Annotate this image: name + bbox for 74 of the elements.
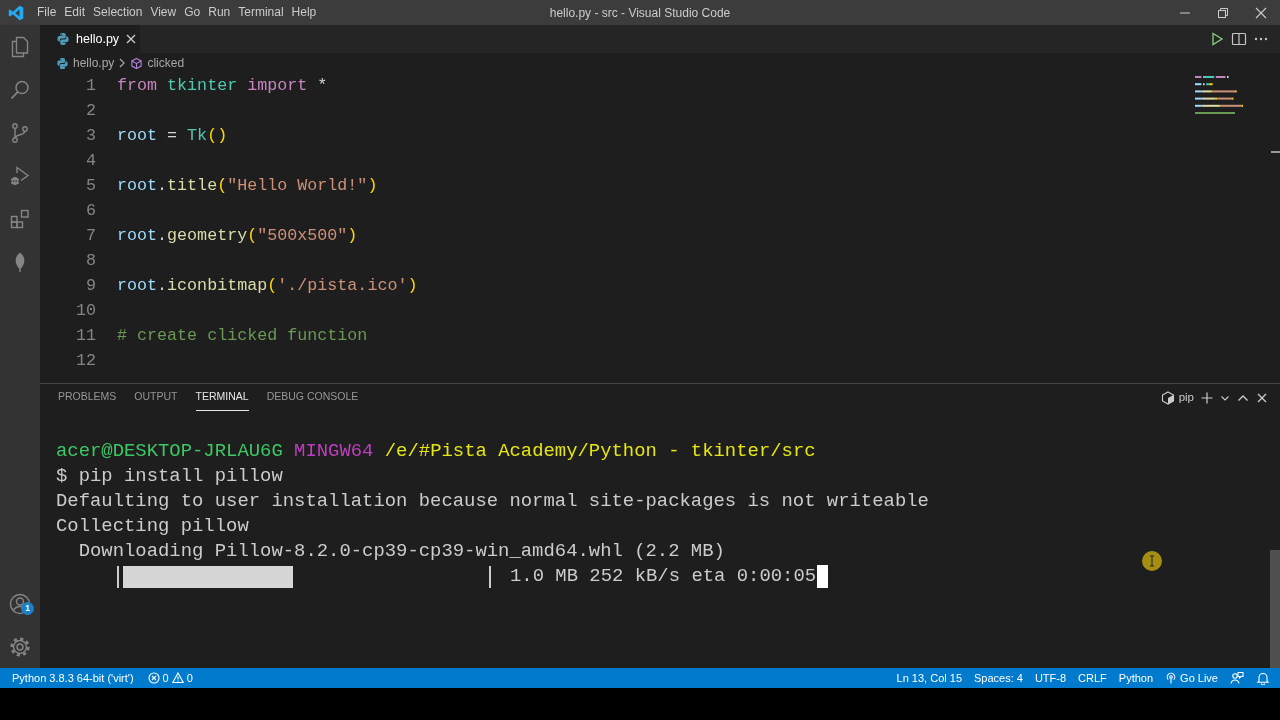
line-number: 1	[85, 75, 96, 97]
chevron-right-icon	[118, 58, 127, 68]
python-file-icon	[56, 32, 70, 46]
menu-item[interactable]: File	[33, 0, 61, 25]
menu-item[interactable]: View	[146, 0, 181, 25]
close-icon[interactable]	[125, 33, 138, 45]
run-icon[interactable]	[1209, 31, 1225, 47]
cube-icon	[130, 56, 144, 70]
broadcast-icon	[1165, 672, 1178, 684]
terminal-prompt: acer@DESKTOP-JRLAU6G MINGW64 /e/#Pista Academy/Python - tkinter/src	[56, 439, 816, 464]
scrollbar-marker	[1271, 151, 1280, 153]
breadcrumb-item[interactable]: clicked	[147, 54, 185, 72]
panel-tab[interactable]: DEBUG CONSOLE	[266, 384, 359, 411]
terminal-output: Defaulting to user installation because normal site-packages is not writeable	[56, 489, 929, 514]
error-icon	[147, 672, 160, 684]
terminal-output: Collecting pillow	[56, 514, 249, 539]
window-title: hello.py - src - Visual Studio Code	[549, 4, 731, 22]
menu-item[interactable]: Go	[180, 0, 205, 25]
code-line: # create clicked function	[116, 325, 368, 347]
status-item[interactable]: Python	[1118, 669, 1154, 687]
plus-icon[interactable]	[1200, 390, 1214, 405]
code-line: from tkinter import *	[116, 75, 328, 97]
menu-item[interactable]: Selection	[89, 0, 147, 25]
line-number: 3	[85, 125, 96, 147]
terminal-cube-icon	[1160, 390, 1175, 405]
line-number: 10	[74, 300, 96, 322]
line-number: 7	[85, 225, 96, 247]
panel-tab[interactable]: PROBLEMS	[58, 384, 117, 411]
code-line: root = Tk()	[116, 125, 228, 147]
warning-icon	[171, 672, 184, 684]
bell-icon[interactable]	[1256, 671, 1270, 685]
terminal-command: $ pip install pillow	[56, 464, 283, 489]
problems-status[interactable]: 0 0	[147, 669, 193, 687]
terminal-output: Downloading Pillow-8.2.0-cp39-cp39-win_amd64.whl (2.2 MB)	[77, 539, 725, 564]
code-line: root.geometry("500x500")	[116, 225, 358, 247]
line-number: 12	[74, 350, 96, 372]
menu-item[interactable]: Run	[204, 0, 235, 25]
python-file-icon	[56, 56, 69, 70]
menu-item[interactable]: Help	[287, 0, 321, 25]
run-debug-icon[interactable]	[8, 163, 32, 188]
line-number: 9	[85, 275, 96, 297]
tab-label: hello.py	[76, 30, 120, 48]
code-line: root.iconbitmap('./pista.ico')	[116, 275, 418, 297]
line-number: 4	[85, 150, 96, 172]
app-logo-icon	[8, 4, 24, 21]
menu-item[interactable]: Edit	[60, 0, 90, 25]
click-highlight-icon	[1141, 550, 1163, 572]
line-number: 11	[74, 325, 96, 347]
status-item[interactable]: UTF-8	[1034, 669, 1067, 687]
line-number: 6	[85, 200, 96, 222]
code-line: root.title("Hello World!")	[116, 175, 378, 197]
status-item[interactable]: Spaces: 4	[974, 669, 1023, 687]
download-status: 1.0 MB 252 kB/s eta 0:00:05	[510, 564, 817, 589]
line-number: 2	[85, 100, 96, 122]
status-item[interactable]: CRLF	[1078, 669, 1107, 687]
close-icon[interactable]	[1256, 391, 1268, 404]
settings-icon[interactable]	[8, 634, 32, 659]
go-live-status[interactable]: Go Live	[1165, 669, 1218, 687]
status-item[interactable]: Ln 13, Col 15	[896, 669, 962, 687]
interpreter-status[interactable]: Python 3.8.3 64-bit ('virt')	[12, 669, 134, 687]
shell-selector[interactable]: pip	[1160, 388, 1194, 407]
breadcrumb-item[interactable]: hello.py	[73, 54, 115, 72]
editor-tab[interactable]: hello.py	[40, 25, 140, 53]
scrollbar-thumb[interactable]	[1270, 550, 1280, 668]
line-number: 5	[85, 175, 96, 197]
split-editor-icon[interactable]	[1231, 31, 1247, 47]
restore-icon[interactable]	[1217, 6, 1229, 19]
panel-tab[interactable]: OUTPUT	[134, 384, 178, 411]
close-icon[interactable]	[1255, 6, 1267, 19]
menu-item[interactable]: Terminal	[234, 0, 288, 25]
panel-tab[interactable]: TERMINAL	[195, 384, 249, 411]
line-number: 8	[85, 250, 96, 272]
feedback-icon[interactable]	[1230, 671, 1244, 685]
notification-badge: 1	[21, 602, 34, 615]
